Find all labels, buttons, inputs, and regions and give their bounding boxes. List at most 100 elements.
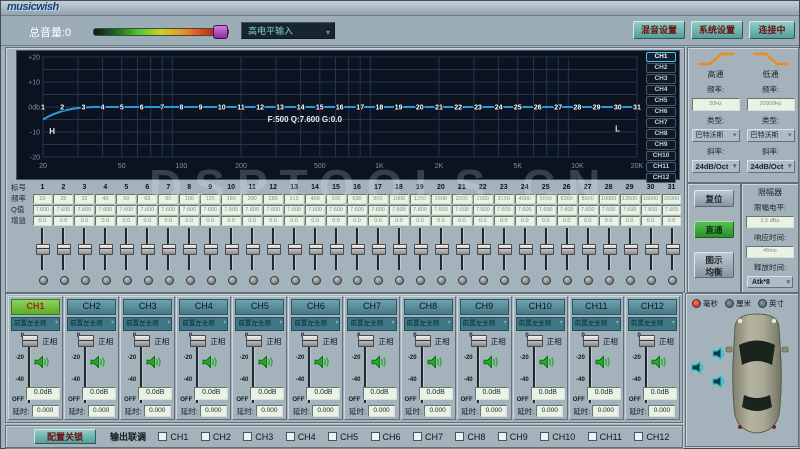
band-slider[interactable] xyxy=(640,226,661,288)
band-freq-field[interactable]: 630 xyxy=(347,194,367,204)
link-checkbox-ch2[interactable]: CH2 xyxy=(201,432,231,442)
band-point[interactable]: 24 xyxy=(495,105,503,112)
band-gain-field[interactable]: 0.0 xyxy=(431,216,451,226)
band-point[interactable]: 29 xyxy=(593,105,601,112)
link-checkbox-ch7[interactable]: CH7 xyxy=(413,432,443,442)
band-q-field[interactable]: 7.600 xyxy=(305,205,325,215)
phase-label[interactable]: 正相 xyxy=(435,336,450,347)
mute-speaker-icon[interactable] xyxy=(427,355,444,369)
band-slider[interactable] xyxy=(409,226,430,288)
band-led[interactable] xyxy=(165,276,174,285)
mute-speaker-icon[interactable] xyxy=(539,355,556,369)
band-q-field[interactable]: 7.600 xyxy=(494,205,514,215)
eq-graph[interactable]: +20+100db-10-2020501002005001K2K5K10K20K… xyxy=(16,50,680,180)
band-point[interactable]: 12 xyxy=(256,105,264,112)
phase-label[interactable]: 正相 xyxy=(266,336,281,347)
channel-source-select[interactable]: 前置左全频▾ xyxy=(123,317,172,331)
mute-speaker-icon[interactable] xyxy=(34,355,51,369)
band-gain-field[interactable]: 0.0 xyxy=(389,216,409,226)
band-point[interactable]: 13 xyxy=(276,105,284,112)
link-checkbox-ch3[interactable]: CH3 xyxy=(243,432,273,442)
band-slider[interactable] xyxy=(493,226,514,288)
band-freq-field[interactable]: 4000 xyxy=(515,194,535,204)
band-point[interactable]: 1 xyxy=(41,105,45,112)
channel-header[interactable]: CH4 xyxy=(179,299,228,315)
band-led[interactable] xyxy=(312,276,321,285)
mute-speaker-icon[interactable] xyxy=(90,355,107,369)
band-slider-handle[interactable] xyxy=(162,244,176,255)
delay-value[interactable]: 0.000 xyxy=(368,405,395,417)
band-slider[interactable] xyxy=(661,226,682,288)
input-mode-select[interactable]: 高电平输入 ▾ xyxy=(241,22,335,39)
speaker-icon[interactable] xyxy=(691,361,705,374)
band-q-field[interactable]: 7.600 xyxy=(158,205,178,215)
delay-value[interactable]: 0.000 xyxy=(312,405,339,417)
band-freq-field[interactable]: 5000 xyxy=(536,194,556,204)
band-gain-field[interactable]: 0.0 xyxy=(473,216,493,226)
band-point[interactable]: 7 xyxy=(160,105,164,112)
bypass-button[interactable]: 直通 xyxy=(694,221,734,238)
band-led[interactable] xyxy=(416,276,425,285)
channel-header[interactable]: CH5 xyxy=(235,299,284,315)
channel-fader-handle[interactable] xyxy=(471,335,487,347)
channel-gain-value[interactable]: 0.0dB xyxy=(306,387,340,400)
channel-source-select[interactable]: 前置左全频▾ xyxy=(179,317,228,331)
band-q-field[interactable]: 7.600 xyxy=(389,205,409,215)
band-freq-field[interactable]: 2500 xyxy=(473,194,493,204)
band-point[interactable]: 5 xyxy=(120,105,124,112)
band-point[interactable]: 16 xyxy=(336,105,344,112)
delay-value[interactable]: 0.000 xyxy=(480,405,507,417)
band-gain-field[interactable]: 0.0 xyxy=(242,216,262,226)
band-slider[interactable] xyxy=(95,226,116,288)
band-q-field[interactable]: 7.600 xyxy=(641,205,661,215)
delay-unit-厘米[interactable]: 厘米 xyxy=(725,298,751,309)
delay-value[interactable]: 0.000 xyxy=(144,405,171,417)
band-slider-handle[interactable] xyxy=(99,244,113,255)
checkbox-icon[interactable] xyxy=(588,432,597,441)
band-q-field[interactable]: 7.600 xyxy=(284,205,304,215)
band-led[interactable] xyxy=(270,276,279,285)
band-point[interactable]: 9 xyxy=(199,105,203,112)
band-freq-field[interactable]: 25 xyxy=(53,194,73,204)
band-point[interactable]: 25 xyxy=(514,105,522,112)
band-led[interactable] xyxy=(626,276,635,285)
band-slider-handle[interactable] xyxy=(288,244,302,255)
channel-gain-value[interactable]: 0.0dB xyxy=(194,387,228,400)
band-freq-field[interactable]: 160 xyxy=(221,194,241,204)
lp-type-select[interactable]: 巴特沃斯▾ xyxy=(747,129,795,142)
channel-fader-handle[interactable] xyxy=(78,335,94,347)
channel-fader-handle[interactable] xyxy=(134,335,150,347)
band-slider-handle[interactable] xyxy=(183,244,197,255)
system-settings-button[interactable]: 系统设置 xyxy=(691,21,743,39)
band-point[interactable]: 15 xyxy=(316,105,324,112)
band-led[interactable] xyxy=(584,276,593,285)
channel-source-select[interactable]: 前置左全频▾ xyxy=(11,317,60,331)
band-slider[interactable] xyxy=(367,226,388,288)
radio-icon[interactable] xyxy=(758,299,767,308)
band-freq-field[interactable]: 80 xyxy=(158,194,178,204)
band-freq-field[interactable]: 63 xyxy=(137,194,157,204)
channel-header[interactable]: CH10 xyxy=(516,299,565,315)
band-led[interactable] xyxy=(563,276,572,285)
mute-speaker-icon[interactable] xyxy=(258,355,275,369)
link-checkbox-ch1[interactable]: CH1 xyxy=(158,432,188,442)
band-led[interactable] xyxy=(39,276,48,285)
band-slider[interactable] xyxy=(32,226,53,288)
band-slider[interactable] xyxy=(74,226,95,288)
channel-fader-handle[interactable] xyxy=(246,335,262,347)
delay-value[interactable]: 0.000 xyxy=(32,405,59,417)
band-led[interactable] xyxy=(60,276,69,285)
band-slider-handle[interactable] xyxy=(309,244,323,255)
mute-speaker-icon[interactable] xyxy=(146,355,163,369)
band-freq-field[interactable]: 12500 xyxy=(620,194,640,204)
volume-knob[interactable] xyxy=(213,25,228,39)
band-slider-handle[interactable] xyxy=(603,244,617,255)
band-led[interactable] xyxy=(186,276,195,285)
channel-gain-value[interactable]: 0.0dB xyxy=(250,387,284,400)
link-checkbox-ch9[interactable]: CH9 xyxy=(498,432,528,442)
mute-speaker-icon[interactable] xyxy=(483,355,500,369)
channel-fader-handle[interactable] xyxy=(415,335,431,347)
channel-tab-ch7[interactable]: CH7 xyxy=(646,118,676,128)
channel-gain-value[interactable]: 0.0dB xyxy=(419,387,453,400)
band-led[interactable] xyxy=(605,276,614,285)
